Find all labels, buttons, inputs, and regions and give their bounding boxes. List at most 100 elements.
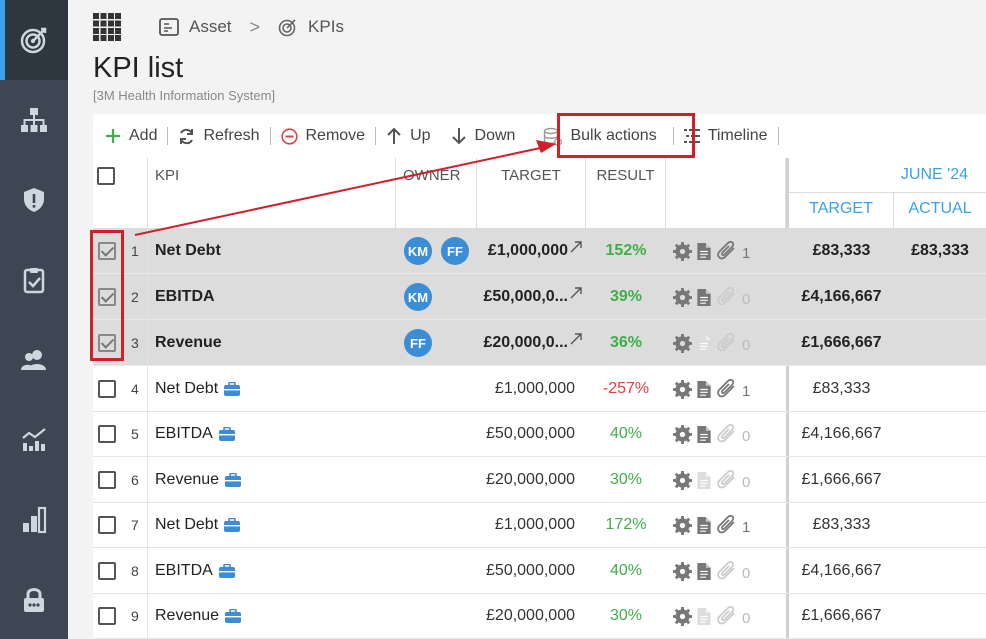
kpi-name[interactable]: Revenue xyxy=(155,607,219,625)
up-button[interactable]: Up xyxy=(376,114,440,158)
kpi-name[interactable]: Net Debt xyxy=(155,380,218,398)
gear-icon[interactable] xyxy=(673,379,692,399)
document-icon[interactable] xyxy=(696,425,712,444)
refresh-button[interactable]: Refresh xyxy=(168,114,269,158)
select-all-checkbox[interactable] xyxy=(97,167,115,185)
table-row[interactable]: 2 EBITDA KM £50,000,0... 39% 0 £4,166,667 xyxy=(93,274,986,320)
gear-icon[interactable] xyxy=(673,561,692,581)
down-button[interactable]: Down xyxy=(441,114,526,158)
paperclip-icon[interactable] xyxy=(716,424,738,444)
nav-people[interactable] xyxy=(0,320,68,400)
month-actual-cell[interactable] xyxy=(894,457,986,503)
document-icon[interactable] xyxy=(696,334,712,353)
kpi-name-cell[interactable]: Net Debt xyxy=(155,366,395,412)
kpi-name-cell[interactable]: Revenue xyxy=(155,457,395,503)
breadcrumb-kpis[interactable]: KPIs xyxy=(278,17,344,37)
kpi-name-cell[interactable]: EBITDA xyxy=(155,274,395,320)
kpi-name-cell[interactable]: Net Debt xyxy=(155,228,395,274)
nav-risk[interactable] xyxy=(0,160,68,240)
column-header-owner[interactable]: OWNER xyxy=(396,158,477,228)
bulk-actions-button[interactable]: Bulk actions xyxy=(525,114,666,158)
owner-avatar[interactable]: FF xyxy=(404,329,432,357)
owner-avatar[interactable]: KM xyxy=(404,237,432,265)
table-row[interactable]: 7 Net Debt £1,000,000 172% 1 £83,333 xyxy=(93,502,986,548)
table-row[interactable]: 8 EBITDA £50,000,000 40% 0 £4,166,667 xyxy=(93,548,986,594)
kpi-name-cell[interactable]: EBITDA xyxy=(155,411,395,457)
kpi-name[interactable]: Net Debt xyxy=(155,516,218,534)
paperclip-icon[interactable] xyxy=(716,241,738,261)
month-actual-cell[interactable] xyxy=(894,274,986,320)
nav-reports[interactable] xyxy=(0,480,68,560)
row-checkbox[interactable] xyxy=(98,288,116,306)
paperclip-icon[interactable] xyxy=(716,561,738,581)
document-icon[interactable] xyxy=(696,471,712,490)
nav-org-chart[interactable] xyxy=(0,80,68,160)
gear-icon[interactable] xyxy=(673,606,692,626)
document-icon[interactable] xyxy=(696,288,712,307)
table-row[interactable]: 3 Revenue FF £20,000,0... 36% 0 £1,666,667 xyxy=(93,320,986,366)
paperclip-icon[interactable] xyxy=(716,515,738,535)
month-actual-cell[interactable] xyxy=(894,366,986,412)
gear-icon[interactable] xyxy=(673,287,692,307)
column-header-target[interactable]: TARGET xyxy=(477,158,586,228)
month-actual-cell[interactable] xyxy=(894,593,986,639)
table-row[interactable]: 4 Net Debt £1,000,000 -257% 1 £83,333 xyxy=(93,366,986,412)
table-row[interactable]: 9 Revenue £20,000,000 30% 0 £1,666,667 xyxy=(93,593,986,639)
month-actual-cell[interactable]: £83,333 xyxy=(894,228,986,274)
paperclip-icon[interactable] xyxy=(716,606,738,626)
add-button[interactable]: Add xyxy=(93,114,167,158)
kpi-name[interactable]: Revenue xyxy=(155,471,219,489)
kpi-name-cell[interactable]: Revenue xyxy=(155,320,395,366)
owner-avatar[interactable]: KM xyxy=(404,283,432,311)
document-icon[interactable] xyxy=(696,242,712,261)
month-target-header[interactable]: TARGET xyxy=(789,193,894,228)
month-actual-cell[interactable] xyxy=(894,320,986,366)
document-icon[interactable] xyxy=(696,562,712,581)
kpi-name-cell[interactable]: Net Debt xyxy=(155,502,395,548)
document-icon[interactable] xyxy=(696,607,712,626)
row-checkbox[interactable] xyxy=(98,607,116,625)
row-checkbox[interactable] xyxy=(98,562,116,580)
row-checkbox[interactable] xyxy=(98,425,116,443)
column-header-kpi[interactable]: KPI xyxy=(148,158,396,228)
row-checkbox[interactable] xyxy=(98,516,116,534)
row-checkbox[interactable] xyxy=(98,471,116,489)
kpi-name[interactable]: EBITDA xyxy=(155,288,215,306)
paperclip-icon[interactable] xyxy=(716,333,738,353)
timeline-button[interactable]: Timeline xyxy=(674,114,778,158)
month-actual-cell[interactable] xyxy=(894,502,986,548)
row-checkbox[interactable] xyxy=(98,242,116,260)
nav-analytics[interactable] xyxy=(0,400,68,480)
kpi-name-cell[interactable]: Revenue xyxy=(155,593,395,639)
document-icon[interactable] xyxy=(696,380,712,399)
month-actual-cell[interactable] xyxy=(894,548,986,594)
table-row[interactable]: 5 EBITDA £50,000,000 40% 0 £4,166,667 xyxy=(93,411,986,457)
table-row[interactable]: 1 Net Debt KM FF £1,000,000 152% 1 £83,333 £83,3… xyxy=(93,228,986,274)
kpi-name[interactable]: EBITDA xyxy=(155,425,213,443)
kpi-name[interactable]: Net Debt xyxy=(155,242,221,260)
gear-icon[interactable] xyxy=(673,470,692,490)
breadcrumb-asset[interactable]: Asset xyxy=(159,17,232,37)
gear-icon[interactable] xyxy=(673,424,692,444)
app-grid-icon[interactable] xyxy=(93,13,121,41)
nav-checklist[interactable] xyxy=(0,240,68,320)
gear-icon[interactable] xyxy=(673,515,692,535)
nav-kpi-target[interactable] xyxy=(0,0,68,80)
kpi-name[interactable]: Revenue xyxy=(155,334,222,352)
remove-button[interactable]: Remove xyxy=(271,114,376,158)
owner-avatar[interactable]: FF xyxy=(441,237,469,265)
month-actual-cell[interactable] xyxy=(894,411,986,457)
month-actual-header[interactable]: ACTUAL xyxy=(894,193,986,228)
paperclip-icon[interactable] xyxy=(716,287,738,307)
nav-security[interactable] xyxy=(0,560,68,639)
table-row[interactable]: 6 Revenue £20,000,000 30% 0 £1,666,667 xyxy=(93,457,986,503)
kpi-name-cell[interactable]: EBITDA xyxy=(155,548,395,594)
kpi-name[interactable]: EBITDA xyxy=(155,562,213,580)
paperclip-icon[interactable] xyxy=(716,379,738,399)
row-checkbox[interactable] xyxy=(98,380,116,398)
gear-icon[interactable] xyxy=(673,241,692,261)
column-header-result[interactable]: RESULT xyxy=(586,158,666,228)
row-checkbox[interactable] xyxy=(98,334,116,352)
paperclip-icon[interactable] xyxy=(716,470,738,490)
gear-icon[interactable] xyxy=(673,333,692,353)
